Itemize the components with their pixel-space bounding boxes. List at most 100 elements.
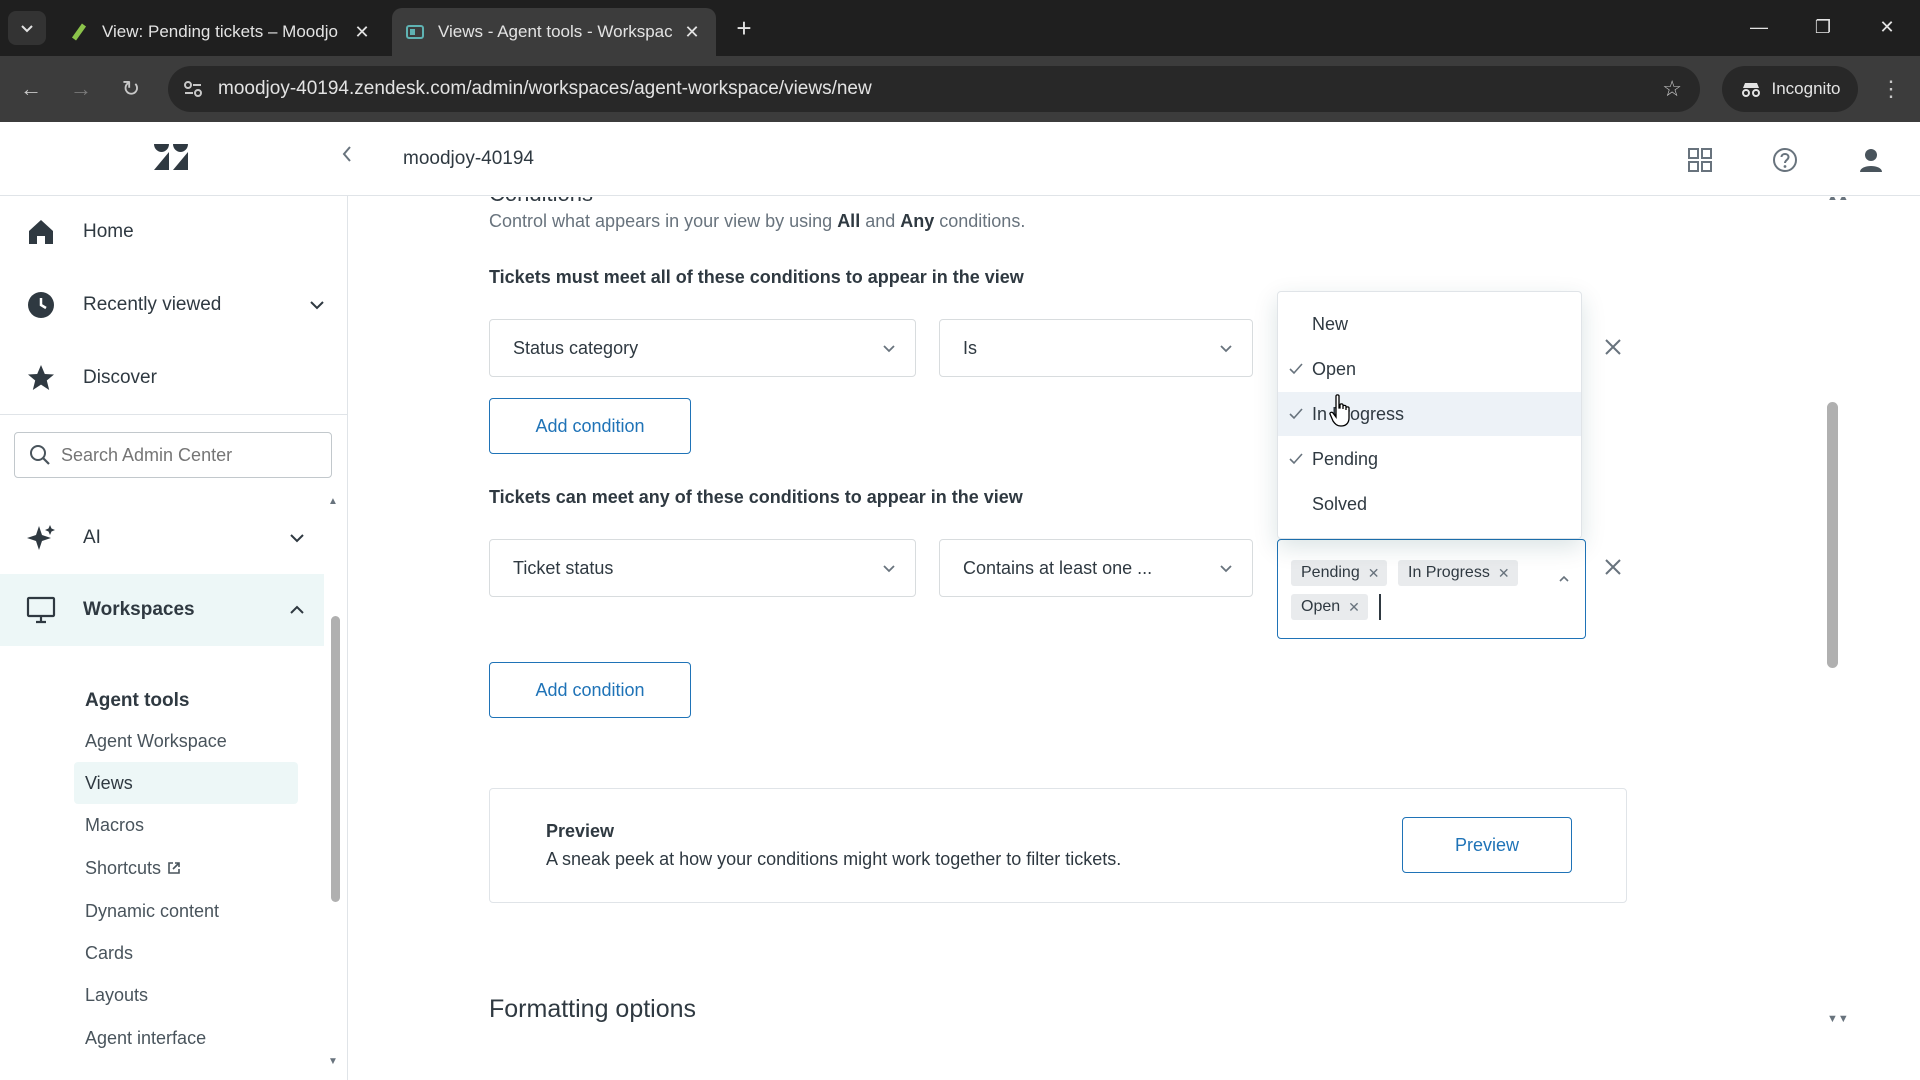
any-condition-field-select[interactable]: Ticket status xyxy=(489,539,916,597)
remove-tag-icon[interactable]: ✕ xyxy=(1498,565,1510,582)
bookmark-star-icon[interactable]: ☆ xyxy=(1662,76,1682,102)
close-window-icon[interactable]: ✕ xyxy=(1864,12,1910,42)
option-open[interactable]: Open xyxy=(1278,347,1581,391)
back-icon[interactable]: ← xyxy=(16,74,46,104)
sidebar-item-label: AI xyxy=(83,527,101,548)
browser-tab-views[interactable]: Views - Agent tools - Workspac ✕ xyxy=(392,8,716,56)
collapse-sidebar-icon[interactable] xyxy=(340,144,354,164)
sidebar-subitem-layouts[interactable]: Layouts xyxy=(74,974,298,1016)
incognito-indicator[interactable]: Incognito xyxy=(1722,66,1858,112)
sidebar-item-ai[interactable]: AI xyxy=(0,507,347,569)
sidebar-subitem-macros[interactable]: Macros xyxy=(74,804,298,846)
remove-condition-icon[interactable] xyxy=(1601,555,1625,579)
chevron-down-icon xyxy=(1220,345,1232,353)
zendesk-logo[interactable] xyxy=(152,142,190,172)
products-grid-icon[interactable] xyxy=(1686,146,1714,174)
subsection-title: Agent tools xyxy=(85,690,190,711)
any-conditions-title: Tickets can meet any of these conditions… xyxy=(489,487,1023,507)
status-options-dropdown: New Open In Progress Pending Solved xyxy=(1277,291,1582,539)
star-icon xyxy=(28,365,54,390)
sidebar-subitem-agent-workspace[interactable]: Agent Workspace xyxy=(74,720,298,762)
remove-tag-icon[interactable]: ✕ xyxy=(1368,565,1380,582)
option-label: New xyxy=(1312,313,1349,334)
main-content: Conditions Control what appears in your … xyxy=(349,197,1920,1080)
check-icon xyxy=(1289,363,1303,375)
option-solved[interactable]: Solved xyxy=(1278,482,1581,526)
browser-tab-bar: View: Pending tickets – Moodjo ✕ Views -… xyxy=(0,0,1920,56)
forward-icon[interactable]: → xyxy=(66,74,96,104)
remove-condition-icon[interactable] xyxy=(1601,335,1625,359)
minimize-icon[interactable]: — xyxy=(1736,12,1782,42)
sidebar-item-discover[interactable]: Discover xyxy=(0,347,347,409)
all-condition-field-select[interactable]: Status category xyxy=(489,319,916,377)
admin-search-field[interactable] xyxy=(14,432,332,478)
incognito-icon xyxy=(1741,83,1760,97)
conditions-description: Control what appears in your view by usi… xyxy=(489,211,1025,232)
tag-label: In Progress xyxy=(1408,564,1490,581)
any-condition-operator-select[interactable]: Contains at least one ... xyxy=(939,539,1253,597)
user-profile-icon[interactable] xyxy=(1857,146,1885,174)
chevron-down-icon xyxy=(883,345,895,353)
all-conditions-title: Tickets must meet all of these condition… xyxy=(489,267,1024,287)
main-scrollbar-thumb[interactable] xyxy=(1827,402,1838,668)
chevron-down-icon xyxy=(310,301,324,310)
select-value: Ticket status xyxy=(513,557,614,578)
reload-icon[interactable]: ↻ xyxy=(116,74,146,104)
main-scroll-up-icon[interactable]: ▲▲ xyxy=(1827,197,1849,203)
close-tab-icon[interactable]: ✕ xyxy=(682,22,702,43)
tag-label: Open xyxy=(1301,598,1341,615)
sidebar-scroll-up-icon[interactable]: ▲ xyxy=(328,496,338,507)
main-scroll-down-icon[interactable]: ▼▼ xyxy=(1827,1013,1849,1025)
description-any: Any xyxy=(900,211,935,231)
preview-panel: Preview A sneak peek at how your conditi… xyxy=(489,788,1627,903)
status-tag-in-progress: In Progress ✕ xyxy=(1398,560,1518,586)
ticket-status-multiselect[interactable]: Pending ✕ In Progress ✕ Open ✕ xyxy=(1277,539,1586,639)
add-all-condition-button[interactable]: Add condition xyxy=(489,398,691,454)
option-in-progress[interactable]: In Progress xyxy=(1278,392,1581,436)
description-all: All xyxy=(837,211,861,231)
sidebar-subitem-dynamic-content[interactable]: Dynamic content xyxy=(74,890,298,932)
site-settings-icon[interactable] xyxy=(182,78,204,100)
search-input[interactable] xyxy=(61,444,311,466)
sidebar-item-workspaces[interactable]: Workspaces xyxy=(0,574,324,646)
preview-button[interactable]: Preview xyxy=(1402,817,1572,873)
add-any-condition-button[interactable]: Add condition xyxy=(489,662,691,718)
chevron-down-icon xyxy=(883,565,895,573)
option-label: In Progress xyxy=(1312,403,1405,424)
url-field[interactable]: moodjoy-40194.zendesk.com/admin/workspac… xyxy=(168,66,1700,112)
sidebar-scroll-down-icon[interactable]: ▼ xyxy=(328,1056,338,1067)
monitor-icon xyxy=(26,596,56,624)
sidebar-subitem-label: Shortcuts xyxy=(85,857,162,878)
sidebar-subitem-shortcuts[interactable]: Shortcuts xyxy=(74,847,298,889)
chevron-up-icon[interactable] xyxy=(1557,572,1571,586)
check-icon xyxy=(1289,408,1303,420)
help-icon[interactable] xyxy=(1771,146,1799,174)
all-condition-operator-select[interactable]: Is xyxy=(939,319,1253,377)
status-tag-open: Open ✕ xyxy=(1291,594,1368,620)
select-value: Is xyxy=(963,337,978,358)
restore-icon[interactable]: ❐ xyxy=(1800,12,1846,42)
zendesk-favicon-icon xyxy=(71,23,87,41)
search-icon xyxy=(30,445,50,465)
remove-tag-icon[interactable]: ✕ xyxy=(1348,599,1360,616)
sidebar-item-recently-viewed[interactable]: Recently viewed xyxy=(0,274,347,336)
sidebar-subitem-cards[interactable]: Cards xyxy=(74,932,298,974)
option-pending[interactable]: Pending xyxy=(1278,437,1581,481)
sidebar-item-home[interactable]: Home xyxy=(0,201,347,263)
select-value: Contains at least one ... xyxy=(963,557,1153,578)
browser-menu-icon[interactable]: ⋮ xyxy=(1876,74,1906,104)
admin-sidebar: Home Recently viewed Discover ▲ AI Works… xyxy=(0,196,348,1080)
formatting-options-title: Formatting options xyxy=(489,995,697,1023)
new-tab-icon[interactable]: + xyxy=(730,14,758,42)
sidebar-subitem-views[interactable]: Views xyxy=(74,762,298,804)
url-text: moodjoy-40194.zendesk.com/admin/workspac… xyxy=(218,78,872,99)
tab-title: View: Pending tickets – Moodjo xyxy=(102,22,338,41)
sidebar-subitem-agent-interface[interactable]: Agent interface xyxy=(74,1017,298,1059)
sidebar-item-label: Recently viewed xyxy=(83,294,222,315)
browser-tab-pending-tickets[interactable]: View: Pending tickets – Moodjo ✕ xyxy=(56,8,386,56)
home-icon xyxy=(29,220,53,244)
close-tab-icon[interactable]: ✕ xyxy=(352,22,372,43)
tab-search-button[interactable] xyxy=(8,11,46,45)
option-new[interactable]: New xyxy=(1278,302,1581,346)
sidebar-scrollbar-thumb[interactable] xyxy=(331,616,340,902)
